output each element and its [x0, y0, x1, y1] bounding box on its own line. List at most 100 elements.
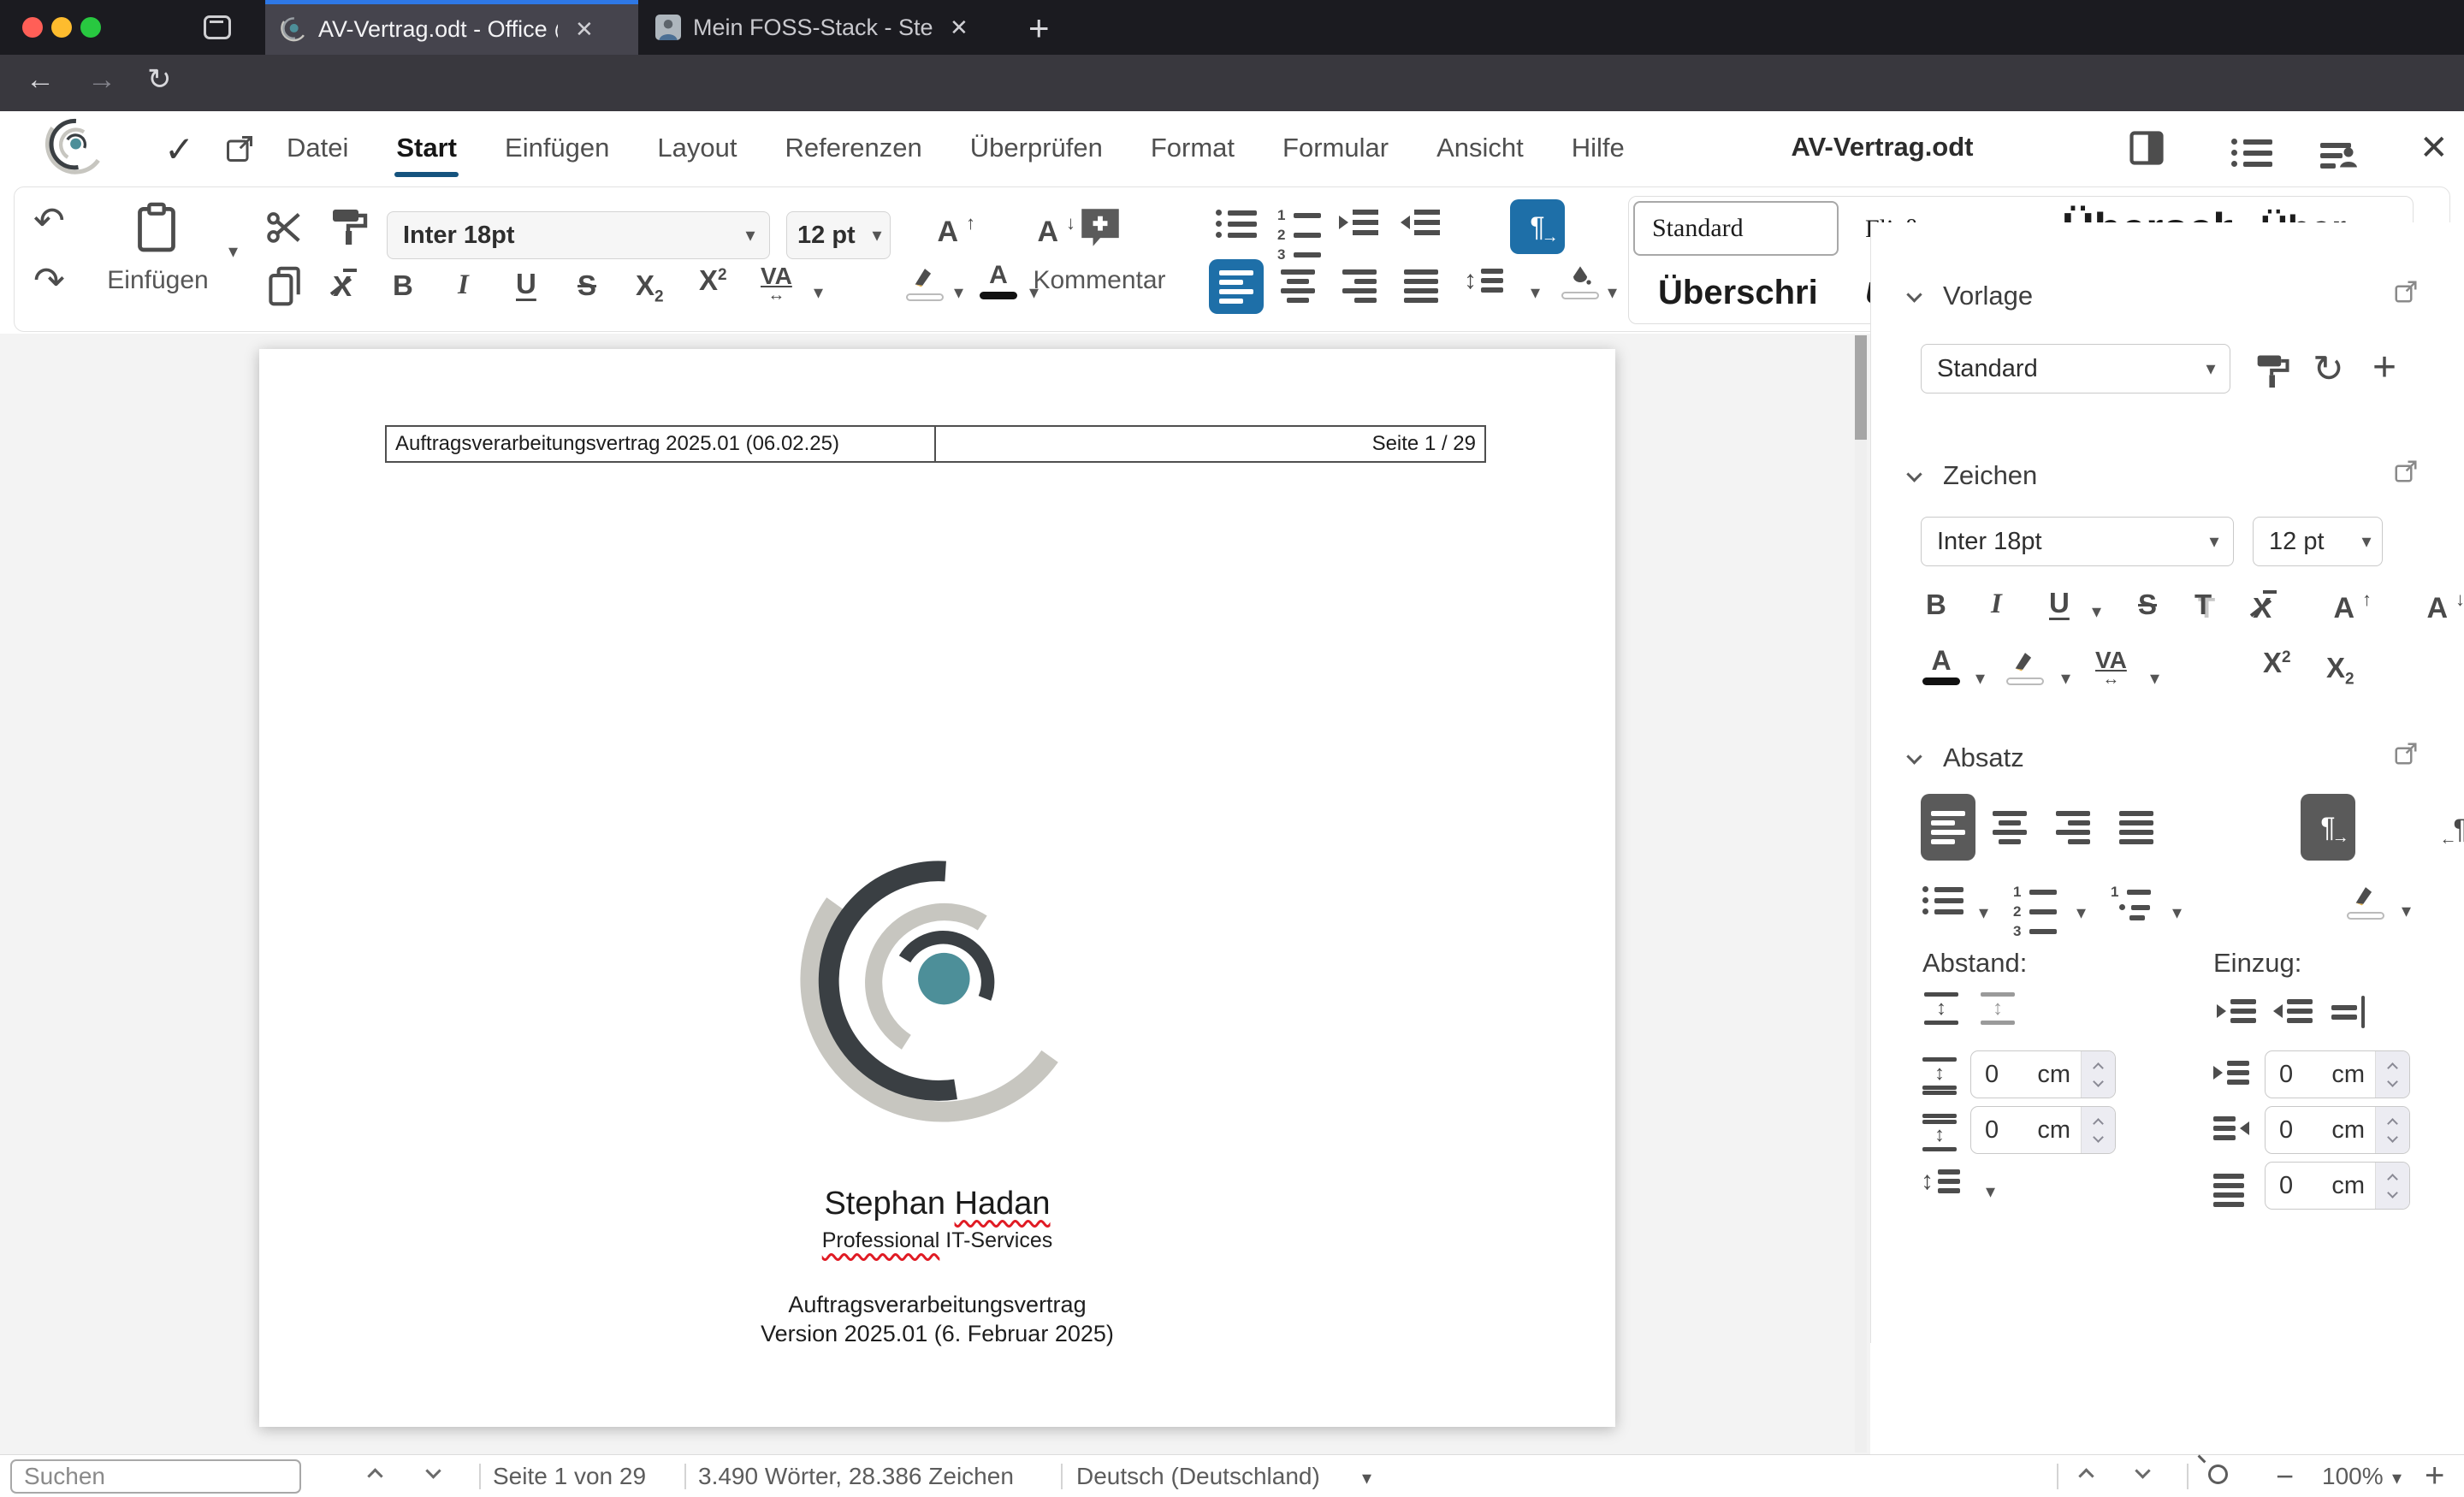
menu-einfuegen[interactable]: Einfügen	[505, 133, 609, 163]
paragraph-background-caret[interactable]: ▾	[1608, 283, 1617, 302]
firefox-view-icon[interactable]	[204, 15, 231, 39]
paste-dropdown-caret[interactable]: ▾	[228, 242, 238, 261]
document-page[interactable]: Auftragsverarbeitungsvertrag 2025.01 (06…	[259, 349, 1615, 1427]
user-list-icon[interactable]	[2320, 137, 2357, 169]
language-caret[interactable]: ▾	[1362, 1469, 1371, 1488]
justify-button[interactable]	[1404, 269, 1438, 303]
sidebar-rtl-button[interactable]: ¶←	[2440, 815, 2464, 848]
comment-label[interactable]: Kommentar	[1022, 266, 1176, 295]
sidebar-grow-font-button[interactable]: A ↑	[2333, 589, 2372, 625]
previous-page-icon[interactable]	[2078, 1468, 2094, 1484]
style-ueberschrift-3[interactable]: Überschri	[1636, 261, 1837, 323]
find-previous-icon[interactable]	[367, 1468, 383, 1484]
line-spacing-icon[interactable]: ↕	[1464, 268, 1503, 293]
zeichen-collapse-icon[interactable]	[1906, 466, 1922, 482]
sidebar-bullet-list-caret[interactable]: ▾	[1979, 903, 1988, 922]
sidebar-italic-button[interactable]: I	[1991, 590, 2002, 618]
menu-layout[interactable]: Layout	[657, 133, 737, 163]
window-zoom-button[interactable]	[80, 17, 101, 38]
numbered-list-icon[interactable]: 1 2 3	[1277, 208, 1321, 262]
window-close-button[interactable]	[22, 17, 43, 38]
sidebar-align-right-button[interactable]	[2056, 811, 2090, 844]
back-button[interactable]: ←	[26, 65, 55, 94]
sidebar-numbered-list-button[interactable]: 1 2 3	[2013, 885, 2057, 938]
absatz-collapse-icon[interactable]	[1906, 748, 1922, 765]
tab-close-icon[interactable]: ✕	[575, 16, 594, 43]
strikethrough-button[interactable]: S	[578, 271, 596, 299]
subscript-button[interactable]: X2	[636, 271, 664, 305]
sidebar-outline-list-button[interactable]: 1	[2111, 885, 2151, 920]
sidebar-numbered-list-caret[interactable]: ▾	[2076, 903, 2086, 922]
sidebar-subscript-button[interactable]: X2	[2326, 654, 2354, 688]
sidebar-font-name-select[interactable]: Inter 18pt ▾	[1921, 517, 2234, 566]
find-next-icon[interactable]	[425, 1463, 441, 1479]
sidebar-highlight-button[interactable]	[2006, 648, 2044, 685]
sidebar-align-center-button[interactable]	[1993, 811, 2027, 844]
document-canvas[interactable]: Auftragsverarbeitungsvertrag 2025.01 (06…	[0, 334, 1870, 1454]
find-input[interactable]: Suchen	[10, 1459, 301, 1494]
first-line-indent-field[interactable]: 0 cm	[2265, 1162, 2410, 1210]
window-minimize-button[interactable]	[51, 17, 72, 38]
zoom-caret[interactable]: ▾	[2392, 1469, 2402, 1488]
menu-hilfe[interactable]: Hilfe	[1572, 133, 1625, 163]
sidebar-strikethrough-button[interactable]: S	[2138, 590, 2157, 618]
sidebar-toggle-icon[interactable]	[2129, 130, 2165, 166]
zoom-level[interactable]: 100%	[2322, 1463, 2384, 1490]
character-spacing-caret[interactable]: ▾	[814, 283, 823, 302]
language-selector[interactable]: Deutsch (Deutschland)	[1076, 1463, 1320, 1490]
zeichen-external-icon[interactable]	[2393, 459, 2419, 484]
update-style-icon[interactable]	[2254, 351, 2292, 388]
decrease-indent-icon[interactable]	[1401, 210, 1440, 235]
sidebar-underline-button[interactable]: U	[2049, 589, 2070, 617]
share-open-icon[interactable]	[224, 133, 255, 164]
sidebar-character-spacing-button[interactable]: VA ↔	[2095, 648, 2127, 689]
sidebar-line-spacing-icon[interactable]: ↕	[1921, 1169, 1960, 1194]
clear-formatting-icon[interactable]: X	[333, 269, 358, 300]
spacing-above-field[interactable]: 0 cm	[1970, 1050, 2116, 1098]
close-document-icon[interactable]: ✕	[2420, 128, 2449, 168]
superscript-button[interactable]: X2	[699, 266, 727, 294]
hanging-indent-icon[interactable]	[2331, 996, 2365, 1028]
document-scrollbar[interactable]	[1855, 335, 1867, 1453]
style-standard[interactable]: Standard	[1633, 201, 1839, 256]
vorlage-collapse-icon[interactable]	[1906, 287, 1922, 303]
shrink-font-icon[interactable]: A ↓	[1037, 212, 1075, 249]
tab-av-vertrag[interactable]: AV-Vertrag.odt - Office @ Hada ✕	[265, 0, 638, 55]
italic-button[interactable]: I	[458, 271, 469, 299]
word-count[interactable]: 3.490 Wörter, 28.386 Zeichen	[698, 1463, 1014, 1490]
align-right-button[interactable]	[1342, 269, 1377, 303]
sidebar-underline-caret[interactable]: ▾	[2092, 602, 2101, 621]
absatz-external-icon[interactable]	[2393, 741, 2419, 766]
redo-icon[interactable]: ↷	[33, 263, 65, 300]
left-to-right-button[interactable]: ¶ →	[1510, 199, 1565, 254]
increase-spacing-icon[interactable]: ↕	[1924, 992, 1958, 1025]
menu-referenzen[interactable]: Referenzen	[785, 133, 921, 163]
document-saved-check-icon[interactable]: ✓	[164, 128, 194, 170]
menu-ueberpruefen[interactable]: Überprüfen	[970, 133, 1103, 163]
next-page-icon[interactable]	[2135, 1463, 2151, 1479]
sidebar-paragraph-bg-button[interactable]	[2347, 883, 2384, 920]
sidebar-align-left-button[interactable]	[1921, 794, 1975, 861]
indent-before-field[interactable]: 0 cm	[2265, 1050, 2410, 1098]
copy-icon[interactable]	[266, 266, 304, 307]
font-color-button[interactable]: A	[980, 263, 1017, 299]
bullet-list-icon[interactable]	[1216, 210, 1257, 238]
align-left-button[interactable]	[1209, 259, 1264, 314]
paste-label[interactable]: Einfügen	[87, 266, 228, 295]
sidebar-line-spacing-caret[interactable]: ▾	[1986, 1182, 1995, 1201]
sidebar-increase-indent-icon[interactable]	[2217, 999, 2256, 1023]
character-spacing-button[interactable]: VA ↔	[761, 264, 792, 305]
menu-format[interactable]: Format	[1151, 133, 1235, 163]
menu-formular[interactable]: Formular	[1282, 133, 1389, 163]
add-comment-icon[interactable]	[1075, 203, 1125, 252]
refresh-style-icon[interactable]: ↻	[2313, 351, 2344, 388]
increase-indent-icon[interactable]	[1339, 210, 1378, 235]
paste-icon[interactable]	[134, 201, 179, 254]
zoom-out-icon[interactable]: −	[2276, 1459, 2294, 1494]
menu-ansicht[interactable]: Ansicht	[1436, 133, 1524, 163]
sidebar-decrease-indent-icon[interactable]	[2273, 999, 2313, 1023]
sidebar-paragraph-bg-caret[interactable]: ▾	[2402, 902, 2411, 920]
underline-button[interactable]: U	[516, 269, 536, 298]
reload-button[interactable]: ↻	[147, 65, 172, 94]
align-center-button[interactable]	[1281, 269, 1315, 303]
